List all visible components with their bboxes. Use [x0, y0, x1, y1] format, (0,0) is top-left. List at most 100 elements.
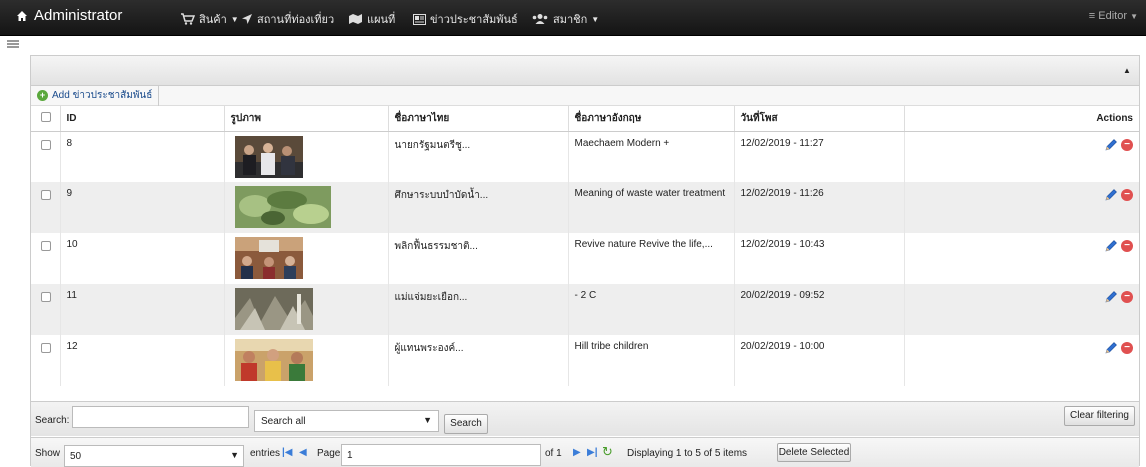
caret-down-icon: ▼	[1130, 12, 1138, 21]
nav-item-label: สมาชิก	[553, 14, 588, 26]
cell-english-name: Maechaem Modern +	[568, 131, 735, 182]
nav-item-attractions[interactable]: สถานที่ท่องเที่ยว	[241, 10, 334, 28]
pencil-edit-icon[interactable]	[1104, 188, 1118, 202]
pencil-edit-icon[interactable]	[1104, 341, 1118, 355]
nav-item-label: สินค้า	[199, 14, 227, 26]
cart-icon	[181, 13, 195, 25]
page-number-input[interactable]: 1	[341, 444, 541, 466]
nav-item-label: สถานที่ท่องเที่ยว	[257, 14, 335, 26]
top-navbar: Administrator สินค้า ▼ สถานที่ท่องเที่ยว…	[0, 0, 1146, 36]
dropdown-arrow-icon: ▼	[230, 450, 239, 460]
next-page-icon[interactable]: ▶	[573, 447, 581, 458]
plus-circle-icon: +	[37, 90, 48, 101]
row-checkbox[interactable]	[41, 241, 51, 251]
cell-id: 12	[60, 335, 225, 386]
table-row: 12 ผู้แทนพระองค์... Hill tribe children …	[31, 335, 1139, 386]
news-table: ID รูปภาพ ชื่อภาษาไทย ชื่อภาษาอังกฤษ วัน…	[31, 106, 1139, 386]
cell-post-date: 20/02/2019 - 10:00	[734, 335, 905, 386]
cell-thai-name: ผู้แทนพระองค์...	[388, 335, 569, 386]
select-all-checkbox[interactable]	[41, 111, 51, 122]
nav-item-map[interactable]: แผนที่	[348, 10, 395, 28]
caret-down-icon: ▼	[230, 14, 239, 24]
delete-circle-icon[interactable]: −	[1121, 240, 1133, 252]
column-header-thai-name[interactable]: ชื่อภาษาไทย	[388, 106, 569, 132]
cell-id: 11	[60, 284, 225, 335]
cell-post-date: 20/02/2019 - 09:52	[734, 284, 905, 335]
news-icon	[413, 13, 426, 25]
table-header-row: ID รูปภาพ ชื่อภาษาไทย ชื่อภาษาอังกฤษ วัน…	[31, 106, 1139, 132]
news-thumbnail[interactable]	[234, 135, 303, 178]
refresh-icon[interactable]: ↻	[602, 444, 613, 460]
page-size-select[interactable]: 50 ▼	[64, 445, 244, 467]
pencil-edit-icon[interactable]	[1104, 239, 1118, 253]
user-menu[interactable]: ≡ Editor ▼	[1089, 10, 1138, 22]
first-page-icon[interactable]: |◀	[282, 447, 293, 458]
row-checkbox[interactable]	[41, 292, 51, 302]
last-page-icon[interactable]: ▶|	[587, 447, 598, 458]
cell-thai-name: นายกรัฐมนตรีชู...	[388, 131, 569, 182]
cell-thai-name: แม่แจ่มยะเยือก...	[388, 284, 569, 335]
collapse-up-icon[interactable]: ▲	[1121, 65, 1133, 76]
page-number-value: 1	[347, 450, 353, 461]
cell-english-name: Meaning of waste water treatment	[568, 182, 735, 233]
column-header-post-date[interactable]: วันที่โพส	[734, 106, 905, 132]
panel-header: ▲	[31, 56, 1139, 86]
add-news-button[interactable]: + Add ข่าวประชาสัมพันธ์	[37, 85, 160, 106]
clear-filtering-button[interactable]: Clear filtering	[1064, 406, 1135, 426]
column-header-image[interactable]: รูปภาพ	[224, 106, 389, 132]
table-row: 11 แม่แจ่มยะเยือก... - 2 C 20/02/2019 - …	[31, 284, 1139, 335]
page-size-value: 50	[70, 451, 82, 462]
show-label: Show	[35, 448, 61, 459]
cell-english-name: - 2 C	[568, 284, 735, 335]
news-grid-panel: ▲ + Add ข่าวประชาสัมพันธ์ ID รูปภาพ ชื่อ…	[30, 55, 1140, 467]
prev-page-icon[interactable]: ◀	[299, 447, 307, 458]
sidebar-toggle-icon[interactable]	[7, 40, 19, 49]
nav-item-label: แผนที่	[367, 14, 396, 26]
table-row: 10 พลิกฟื้นธรรมชาติ... Revive nature Rev…	[31, 233, 1139, 284]
row-checkbox[interactable]	[41, 139, 51, 150]
column-header-actions: Actions	[904, 106, 1139, 132]
search-scope-select[interactable]: Search all ▼	[254, 410, 439, 432]
nav-item-members[interactable]: สมาชิก ▼	[531, 10, 599, 28]
cell-id: 8	[60, 131, 225, 182]
nav-item-news[interactable]: ข่าวประชาสัมพันธ์	[413, 10, 518, 28]
column-header-english-name[interactable]: ชื่อภาษาอังกฤษ	[568, 106, 735, 132]
column-header-id[interactable]: ID	[60, 106, 225, 132]
delete-circle-icon[interactable]: −	[1121, 291, 1133, 303]
nav-item-products[interactable]: สินค้า ▼	[180, 10, 239, 28]
delete-circle-icon[interactable]: −	[1121, 342, 1133, 354]
grid-toolbar: + Add ข่าวประชาสัมพันธ์	[31, 85, 1139, 106]
news-thumbnail[interactable]	[234, 237, 303, 279]
pencil-edit-icon[interactable]	[1104, 290, 1118, 304]
search-button[interactable]: Search	[444, 414, 488, 434]
menu-lines-icon: ≡	[1088, 10, 1096, 22]
brand-label: Administrator	[34, 7, 123, 24]
page-label: Page	[317, 448, 341, 459]
search-label: Search:	[35, 415, 70, 426]
news-thumbnail[interactable]	[234, 339, 313, 381]
row-checkbox[interactable]	[41, 190, 51, 200]
search-bar: Search: Search all ▼ Search Clear filter…	[31, 401, 1139, 436]
dropdown-arrow-icon: ▼	[423, 415, 432, 425]
delete-circle-icon[interactable]: −	[1121, 189, 1133, 201]
caret-down-icon: ▼	[591, 14, 600, 24]
cell-thai-name: พลิกฟื้นธรรมชาติ...	[388, 233, 569, 284]
cell-english-name: Hill tribe children	[568, 335, 735, 386]
delete-selected-button[interactable]: Delete Selected	[777, 443, 851, 462]
pencil-edit-icon[interactable]	[1104, 138, 1118, 152]
search-input[interactable]	[72, 406, 249, 428]
table-row: 8 นายกรัฐมนตรีชู... Maechaem Modern + 12…	[31, 131, 1139, 182]
delete-circle-icon[interactable]: −	[1121, 138, 1133, 151]
brand[interactable]: Administrator	[16, 7, 122, 24]
home-icon	[17, 10, 27, 21]
select-all-cell	[31, 106, 61, 132]
news-thumbnail[interactable]	[234, 186, 331, 228]
cell-post-date: 12/02/2019 - 11:27	[734, 131, 905, 182]
cell-post-date: 12/02/2019 - 10:43	[734, 233, 905, 284]
table-row: 9 ศึกษาระบบบำบัดน้ำ... Meaning of waste …	[31, 182, 1139, 233]
users-icon	[532, 14, 548, 24]
cell-id: 9	[60, 182, 225, 233]
news-thumbnail[interactable]	[234, 288, 313, 330]
location-arrow-icon	[242, 14, 252, 24]
row-checkbox[interactable]	[41, 343, 51, 353]
